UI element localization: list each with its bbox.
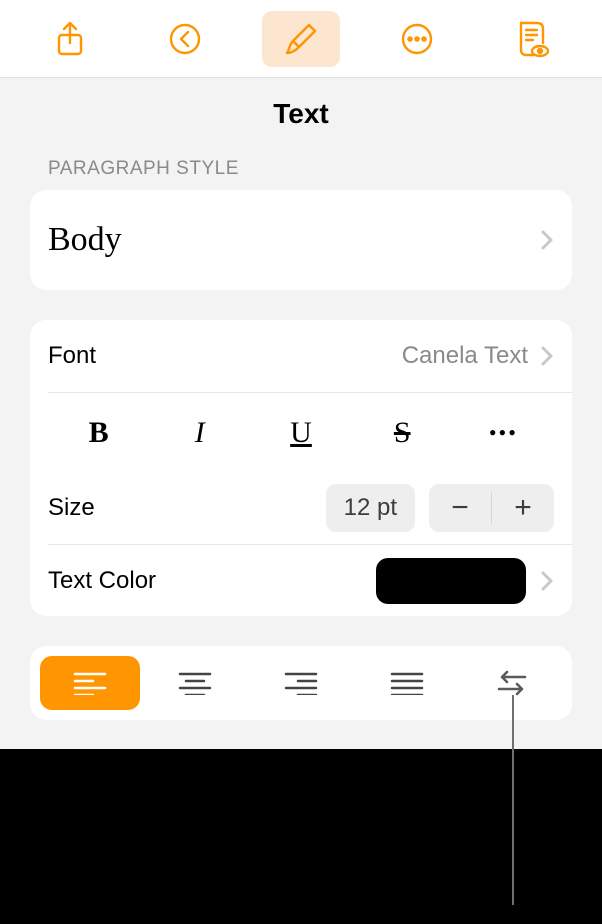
size-row: Size 12 pt − + bbox=[30, 472, 572, 544]
italic-button[interactable]: I bbox=[149, 393, 250, 472]
top-toolbar bbox=[0, 0, 602, 78]
chevron-right-icon bbox=[540, 229, 554, 251]
text-color-label: Text Color bbox=[48, 567, 376, 595]
share-icon bbox=[56, 21, 84, 57]
bold-button[interactable]: B bbox=[48, 393, 149, 472]
align-justify-icon bbox=[390, 671, 424, 695]
document-options-button[interactable] bbox=[493, 11, 571, 67]
align-right-icon bbox=[284, 671, 318, 695]
bidirectional-arrows-icon bbox=[495, 669, 529, 697]
chevron-right-icon bbox=[540, 345, 554, 367]
font-card: Font Canela Text B I U S ••• Size 12 pt … bbox=[30, 320, 572, 616]
alignment-card bbox=[30, 646, 572, 720]
align-right-button[interactable] bbox=[251, 656, 351, 710]
font-label: Font bbox=[48, 342, 402, 370]
align-left-button[interactable] bbox=[40, 656, 140, 710]
undo-button[interactable] bbox=[146, 11, 224, 67]
align-justify-button[interactable] bbox=[357, 656, 457, 710]
share-button[interactable] bbox=[31, 11, 109, 67]
font-row[interactable]: Font Canela Text bbox=[30, 320, 572, 392]
chevron-right-icon bbox=[540, 570, 554, 592]
panel-title: Text bbox=[0, 78, 602, 158]
paragraph-style-label: PARAGRAPH STYLE bbox=[30, 158, 572, 190]
align-left-icon bbox=[73, 671, 107, 695]
paragraph-style-value: Body bbox=[48, 221, 122, 259]
more-button[interactable] bbox=[378, 11, 456, 67]
strikethrough-button[interactable]: S bbox=[352, 393, 453, 472]
underline-button[interactable]: U bbox=[250, 393, 351, 472]
more-circle-icon bbox=[399, 21, 435, 57]
size-increase-button[interactable]: + bbox=[492, 484, 554, 532]
text-color-swatch bbox=[376, 558, 526, 604]
font-style-row: B I U S ••• bbox=[48, 392, 572, 472]
size-label: Size bbox=[48, 494, 326, 522]
text-color-row[interactable]: Text Color bbox=[48, 544, 572, 616]
font-value: Canela Text bbox=[402, 342, 528, 370]
document-eye-icon bbox=[515, 20, 549, 58]
more-styles-button[interactable]: ••• bbox=[453, 393, 554, 472]
size-stepper: − + bbox=[429, 484, 554, 532]
align-center-icon bbox=[178, 671, 212, 695]
paragraph-style-card[interactable]: Body bbox=[30, 190, 572, 290]
undo-icon bbox=[167, 21, 203, 57]
format-button[interactable] bbox=[262, 11, 340, 67]
align-center-button[interactable] bbox=[146, 656, 246, 710]
size-value[interactable]: 12 pt bbox=[326, 484, 415, 532]
size-decrease-button[interactable]: − bbox=[429, 484, 491, 532]
callout-line bbox=[512, 695, 514, 905]
paintbrush-icon bbox=[283, 21, 319, 57]
